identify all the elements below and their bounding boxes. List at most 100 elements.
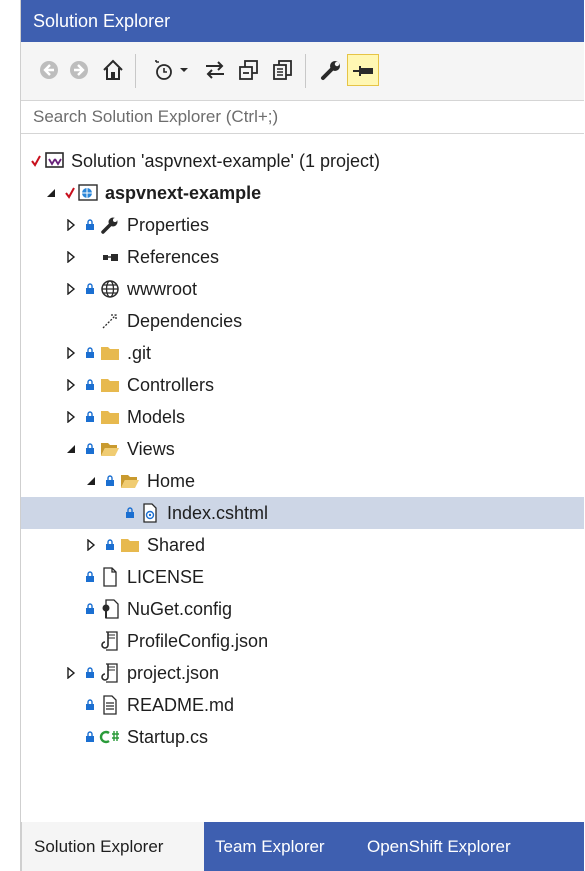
tree-item-index-cshtml[interactable]: Index.cshtml <box>21 497 584 529</box>
folder-icon <box>99 375 121 395</box>
tree-item-dependencies[interactable]: Dependencies <box>21 305 584 337</box>
lock-icon <box>85 379 97 391</box>
tree-item-label: aspvnext-example <box>105 182 262 203</box>
solution-explorer-panel: Solution Explorer Search Solution Explor… <box>20 0 584 871</box>
back-button[interactable] <box>33 54 65 86</box>
clock-icon <box>155 60 172 80</box>
config-file-icon <box>99 599 121 619</box>
lock-icon <box>85 699 97 711</box>
toolbar-separator <box>135 54 136 88</box>
lock-icon <box>85 667 97 679</box>
lock-icon <box>85 731 97 743</box>
home-icon <box>103 59 123 80</box>
tree-item-label: References <box>127 246 220 267</box>
tree-item-git[interactable]: .git <box>21 337 584 369</box>
chevron-down-icon <box>180 68 188 72</box>
toolbar <box>21 42 584 100</box>
tab-openshift-explorer[interactable]: OpenShift Explorer <box>367 822 511 871</box>
tree-item-label: .git <box>127 342 152 363</box>
sync-with-active-document-button[interactable] <box>199 54 231 86</box>
collapsed-arrow-icon[interactable] <box>65 410 77 424</box>
show-all-files-icon <box>273 60 292 80</box>
show-all-files-button[interactable] <box>267 54 299 86</box>
tree-item-license[interactable]: LICENSE <box>21 561 584 593</box>
json-file-icon <box>99 631 121 651</box>
bottom-tabs: Solution Explorer Team Explorer OpenShif… <box>21 822 584 871</box>
lock-icon <box>105 539 117 551</box>
tree-item-nuget-config[interactable]: NuGet.config <box>21 593 584 625</box>
tree-item-controllers[interactable]: Controllers <box>21 369 584 401</box>
wrench-icon <box>99 215 121 235</box>
tree-item-label: Startup.cs <box>127 726 209 747</box>
sync-arrows-icon <box>206 61 224 79</box>
tree-item-project[interactable]: aspvnext-example <box>21 177 584 209</box>
back-icon <box>40 61 58 79</box>
home-button[interactable] <box>97 54 129 86</box>
filter-dropdown-button[interactable] <box>175 54 193 86</box>
tree-item-label: NuGet.config <box>127 598 233 619</box>
folder-icon <box>99 343 121 363</box>
tree-item-home[interactable]: Home <box>21 465 584 497</box>
collapsed-arrow-icon[interactable] <box>65 218 77 232</box>
lock-icon <box>85 283 97 295</box>
tab-solution-explorer[interactable]: Solution Explorer <box>21 822 204 871</box>
collapse-all-icon <box>239 60 258 80</box>
tree-item-label: LICENSE <box>127 566 205 587</box>
tree-item-label: project.json <box>127 662 220 683</box>
collapsed-arrow-icon[interactable] <box>85 538 97 552</box>
lock-icon <box>85 411 97 423</box>
tree-item-views[interactable]: Views <box>21 433 584 465</box>
properties-button[interactable] <box>315 54 347 86</box>
lock-icon <box>85 443 97 455</box>
lock-icon <box>85 603 97 615</box>
tree-item-label: wwwroot <box>127 278 198 299</box>
expanded-arrow-icon[interactable] <box>65 442 77 456</box>
collapsed-arrow-icon[interactable] <box>65 666 77 680</box>
collapsed-arrow-icon[interactable] <box>65 378 77 392</box>
collapse-all-button[interactable] <box>233 54 265 86</box>
tree-item-label: Views <box>127 438 175 459</box>
tree-item-solution[interactable]: Solution 'aspvnext-example' (1 project) <box>21 145 584 177</box>
tab-team-explorer[interactable]: Team Explorer <box>215 822 325 871</box>
lock-icon <box>85 347 97 359</box>
tree-item-readme-md[interactable]: README.md <box>21 689 584 721</box>
solution-icon <box>43 151 65 171</box>
toolbar-separator <box>305 54 306 88</box>
preview-selected-items-button[interactable] <box>347 54 379 86</box>
checked-in-icon <box>65 183 75 204</box>
solution-tree: Solution 'aspvnext-example' (1 project) … <box>21 134 584 822</box>
open-folder-icon <box>99 439 121 459</box>
tree-item-shared[interactable]: Shared <box>21 529 584 561</box>
tree-item-label: ProfileConfig.json <box>127 630 269 651</box>
tree-item-startup-cs[interactable]: Startup.cs <box>21 721 584 753</box>
forward-icon <box>70 61 88 79</box>
tree-item-models[interactable]: Models <box>21 401 584 433</box>
search-input[interactable]: Search Solution Explorer (Ctrl+;) <box>21 100 584 134</box>
collapsed-arrow-icon[interactable] <box>65 282 77 296</box>
collapsed-arrow-icon[interactable] <box>65 250 77 264</box>
tree-item-label: Dependencies <box>127 310 243 331</box>
tree-item-label: README.md <box>127 694 235 715</box>
expanded-arrow-icon[interactable] <box>45 186 57 200</box>
forward-button[interactable] <box>63 54 95 86</box>
tree-item-label: Home <box>147 470 196 491</box>
tree-item-references[interactable]: References <box>21 241 584 273</box>
lock-icon <box>105 475 117 487</box>
web-project-icon <box>77 183 99 203</box>
tree-item-project-json[interactable]: project.json <box>21 657 584 689</box>
dependencies-icon <box>99 311 121 331</box>
tree-item-properties[interactable]: Properties <box>21 209 584 241</box>
expanded-arrow-icon[interactable] <box>85 474 97 488</box>
file-icon <box>99 567 121 587</box>
panel-title: Solution Explorer <box>21 0 584 42</box>
checked-in-icon <box>31 151 41 172</box>
tree-item-label: Controllers <box>127 374 215 395</box>
tree-item-profileconfig-json[interactable]: ProfileConfig.json <box>21 625 584 657</box>
json-file-icon <box>99 663 121 683</box>
wrench-icon <box>321 61 340 80</box>
text-file-icon <box>99 695 121 715</box>
tree-item-wwwroot[interactable]: wwwroot <box>21 273 584 305</box>
open-folder-icon <box>119 471 141 491</box>
collapsed-arrow-icon[interactable] <box>65 346 77 360</box>
tree-item-label: Solution 'aspvnext-example' (1 project) <box>71 150 381 171</box>
